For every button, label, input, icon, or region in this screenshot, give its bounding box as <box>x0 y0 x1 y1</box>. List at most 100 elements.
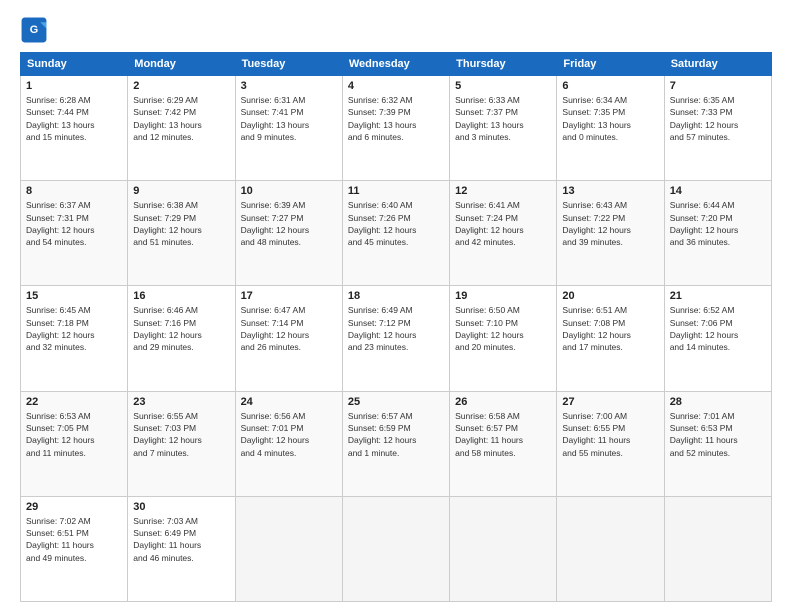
table-row: 29 Sunrise: 7:02 AM Sunset: 6:51 PM Dayli… <box>21 496 128 601</box>
col-header-monday: Monday <box>128 53 235 76</box>
day-number: 29 <box>26 501 122 513</box>
col-header-sunday: Sunday <box>21 53 128 76</box>
table-row: 16 Sunrise: 6:46 AM Sunset: 7:16 PM Dayli… <box>128 286 235 391</box>
table-row <box>664 496 771 601</box>
table-row <box>450 496 557 601</box>
table-row: 1 Sunrise: 6:28 AM Sunset: 7:44 PM Daylig… <box>21 76 128 181</box>
col-header-tuesday: Tuesday <box>235 53 342 76</box>
table-row: 10 Sunrise: 6:39 AM Sunset: 7:27 PM Dayli… <box>235 181 342 286</box>
day-detail: Sunrise: 6:51 AM Sunset: 7:08 PM Dayligh… <box>562 304 658 353</box>
table-row: 30 Sunrise: 7:03 AM Sunset: 6:49 PM Dayli… <box>128 496 235 601</box>
day-number: 18 <box>348 290 444 302</box>
table-row: 27 Sunrise: 7:00 AM Sunset: 6:55 PM Dayli… <box>557 391 664 496</box>
table-row: 17 Sunrise: 6:47 AM Sunset: 7:14 PM Dayli… <box>235 286 342 391</box>
table-row: 8 Sunrise: 6:37 AM Sunset: 7:31 PM Daylig… <box>21 181 128 286</box>
day-number: 14 <box>670 185 766 197</box>
logo-icon: G <box>20 16 48 44</box>
table-row: 2Sunrise: 6:29 AM Sunset: 7:42 PM Daylig… <box>128 76 235 181</box>
day-number: 25 <box>348 396 444 408</box>
day-number: 8 <box>26 185 122 197</box>
table-row: 15 Sunrise: 6:45 AM Sunset: 7:18 PM Dayli… <box>21 286 128 391</box>
day-detail: Sunrise: 6:58 AM Sunset: 6:57 PM Dayligh… <box>455 410 551 459</box>
col-header-wednesday: Wednesday <box>342 53 449 76</box>
table-row <box>342 496 449 601</box>
day-detail: Sunrise: 6:37 AM Sunset: 7:31 PM Dayligh… <box>26 199 122 248</box>
table-row: 11 Sunrise: 6:40 AM Sunset: 7:26 PM Dayli… <box>342 181 449 286</box>
day-number: 7 <box>670 80 766 92</box>
day-number: 19 <box>455 290 551 302</box>
table-row: 28Sunrise: 7:01 AM Sunset: 6:53 PM Dayli… <box>664 391 771 496</box>
table-row: 14 Sunrise: 6:44 AM Sunset: 7:20 PM Dayli… <box>664 181 771 286</box>
col-header-saturday: Saturday <box>664 53 771 76</box>
day-number: 1 <box>26 80 122 92</box>
day-detail: Sunrise: 6:40 AM Sunset: 7:26 PM Dayligh… <box>348 199 444 248</box>
table-row: 19 Sunrise: 6:50 AM Sunset: 7:10 PM Dayli… <box>450 286 557 391</box>
day-detail: Sunrise: 6:52 AM Sunset: 7:06 PM Dayligh… <box>670 304 766 353</box>
day-detail: Sunrise: 6:43 AM Sunset: 7:22 PM Dayligh… <box>562 199 658 248</box>
day-detail: Sunrise: 6:32 AM Sunset: 7:39 PM Dayligh… <box>348 94 444 143</box>
table-row: 20 Sunrise: 6:51 AM Sunset: 7:08 PM Dayli… <box>557 286 664 391</box>
day-number: 13 <box>562 185 658 197</box>
table-row: 12 Sunrise: 6:41 AM Sunset: 7:24 PM Dayli… <box>450 181 557 286</box>
col-header-thursday: Thursday <box>450 53 557 76</box>
day-detail: Sunrise: 6:53 AM Sunset: 7:05 PM Dayligh… <box>26 410 122 459</box>
day-detail: Sunrise: 6:55 AM Sunset: 7:03 PM Dayligh… <box>133 410 229 459</box>
table-row: 6 Sunrise: 6:34 AM Sunset: 7:35 PM Daylig… <box>557 76 664 181</box>
day-number: 16 <box>133 290 229 302</box>
table-row: 22 Sunrise: 6:53 AM Sunset: 7:05 PM Dayli… <box>21 391 128 496</box>
day-detail: Sunrise: 7:03 AM Sunset: 6:49 PM Dayligh… <box>133 515 229 564</box>
day-detail: Sunrise: 6:41 AM Sunset: 7:24 PM Dayligh… <box>455 199 551 248</box>
day-detail: Sunrise: 6:35 AM Sunset: 7:33 PM Dayligh… <box>670 94 766 143</box>
col-header-friday: Friday <box>557 53 664 76</box>
day-number: 17 <box>241 290 337 302</box>
table-row: 3 Sunrise: 6:31 AM Sunset: 7:41 PM Daylig… <box>235 76 342 181</box>
day-number: 15 <box>26 290 122 302</box>
header: G <box>20 16 772 44</box>
day-detail: Sunrise: 6:33 AM Sunset: 7:37 PM Dayligh… <box>455 94 551 143</box>
table-row: 26 Sunrise: 6:58 AM Sunset: 6:57 PM Dayli… <box>450 391 557 496</box>
day-detail: Sunrise: 6:46 AM Sunset: 7:16 PM Dayligh… <box>133 304 229 353</box>
day-detail: Sunrise: 6:45 AM Sunset: 7:18 PM Dayligh… <box>26 304 122 353</box>
table-row: 18 Sunrise: 6:49 AM Sunset: 7:12 PM Dayli… <box>342 286 449 391</box>
day-number: 26 <box>455 396 551 408</box>
table-row: 24Sunrise: 6:56 AM Sunset: 7:01 PM Dayli… <box>235 391 342 496</box>
day-number: 27 <box>562 396 658 408</box>
day-detail: Sunrise: 6:49 AM Sunset: 7:12 PM Dayligh… <box>348 304 444 353</box>
day-detail: Sunrise: 6:56 AM Sunset: 7:01 PM Dayligh… <box>241 410 337 459</box>
logo: G <box>20 16 52 44</box>
calendar-table: SundayMondayTuesdayWednesdayThursdayFrid… <box>20 52 772 602</box>
day-number: 10 <box>241 185 337 197</box>
table-row: 5 Sunrise: 6:33 AM Sunset: 7:37 PM Daylig… <box>450 76 557 181</box>
day-detail: Sunrise: 6:38 AM Sunset: 7:29 PM Dayligh… <box>133 199 229 248</box>
day-detail: Sunrise: 7:01 AM Sunset: 6:53 PM Dayligh… <box>670 410 766 459</box>
day-number: 3 <box>241 80 337 92</box>
day-number: 20 <box>562 290 658 302</box>
day-detail: Sunrise: 6:50 AM Sunset: 7:10 PM Dayligh… <box>455 304 551 353</box>
day-number: 21 <box>670 290 766 302</box>
table-row: 7 Sunrise: 6:35 AM Sunset: 7:33 PM Daylig… <box>664 76 771 181</box>
day-detail: Sunrise: 6:34 AM Sunset: 7:35 PM Dayligh… <box>562 94 658 143</box>
day-detail: Sunrise: 6:29 AM Sunset: 7:42 PM Dayligh… <box>133 94 229 143</box>
day-number: 4 <box>348 80 444 92</box>
table-row <box>557 496 664 601</box>
day-detail: Sunrise: 6:44 AM Sunset: 7:20 PM Dayligh… <box>670 199 766 248</box>
table-row: 25 Sunrise: 6:57 AM Sunset: 6:59 PM Dayli… <box>342 391 449 496</box>
day-detail: Sunrise: 6:39 AM Sunset: 7:27 PM Dayligh… <box>241 199 337 248</box>
table-row: 4 Sunrise: 6:32 AM Sunset: 7:39 PM Daylig… <box>342 76 449 181</box>
day-number: 6 <box>562 80 658 92</box>
day-number: 9 <box>133 185 229 197</box>
day-number: 5 <box>455 80 551 92</box>
day-detail: Sunrise: 7:02 AM Sunset: 6:51 PM Dayligh… <box>26 515 122 564</box>
table-row: 13 Sunrise: 6:43 AM Sunset: 7:22 PM Dayli… <box>557 181 664 286</box>
day-detail: Sunrise: 6:31 AM Sunset: 7:41 PM Dayligh… <box>241 94 337 143</box>
day-detail: Sunrise: 6:47 AM Sunset: 7:14 PM Dayligh… <box>241 304 337 353</box>
day-detail: Sunrise: 7:00 AM Sunset: 6:55 PM Dayligh… <box>562 410 658 459</box>
day-detail: Sunrise: 6:28 AM Sunset: 7:44 PM Dayligh… <box>26 94 122 143</box>
day-detail: Sunrise: 6:57 AM Sunset: 6:59 PM Dayligh… <box>348 410 444 459</box>
day-number: 11 <box>348 185 444 197</box>
table-row: 9 Sunrise: 6:38 AM Sunset: 7:29 PM Daylig… <box>128 181 235 286</box>
day-number: 30 <box>133 501 229 513</box>
svg-text:G: G <box>30 24 38 36</box>
day-number: 22 <box>26 396 122 408</box>
day-number: 12 <box>455 185 551 197</box>
